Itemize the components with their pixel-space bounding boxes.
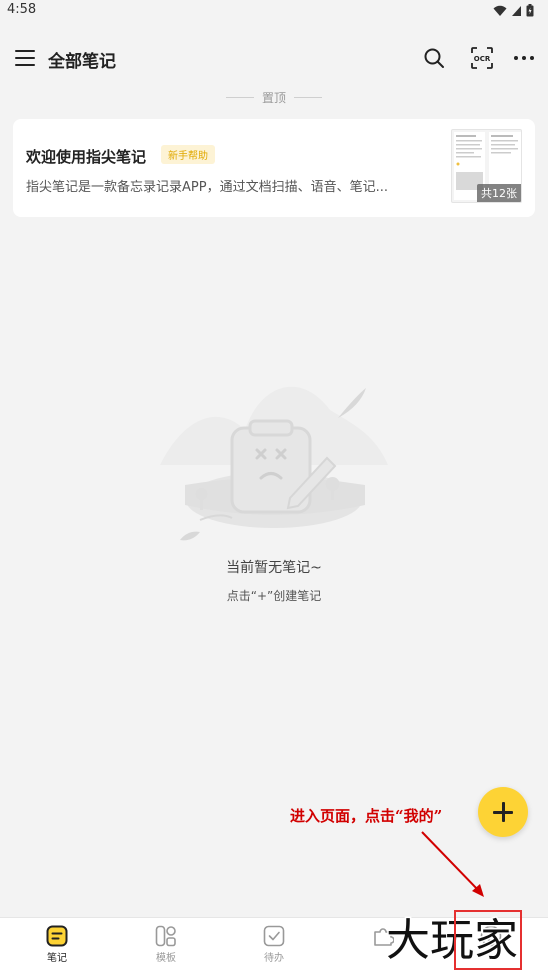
note-thumbnail[interactable]: 共12张 — [451, 129, 522, 203]
page-title: 全部笔记 — [48, 52, 116, 72]
nav-item-notes[interactable]: 笔记 — [2, 918, 112, 974]
nav-label-templates: 模板 — [156, 953, 176, 964]
empty-state-hint: 点击“+”创建笔记 — [226, 589, 322, 603]
signal-icon — [512, 5, 521, 16]
battery-icon — [526, 4, 534, 17]
app-bar: 全部笔记 OCR — [0, 38, 548, 78]
nav-item-templates[interactable]: 模板 — [111, 918, 221, 974]
empty-state-title: 当前暂无笔记~ — [226, 560, 322, 576]
note-badge: 新手帮助 — [161, 145, 215, 164]
empty-notes-illustration — [160, 386, 388, 541]
svg-text:OCR: OCR — [474, 55, 491, 63]
menu-icon[interactable] — [15, 49, 35, 67]
search-icon[interactable] — [423, 47, 445, 69]
status-bar: 4:58 — [0, 0, 548, 22]
status-icons — [493, 4, 534, 17]
template-icon — [155, 925, 176, 947]
add-note-button[interactable] — [478, 787, 528, 837]
annotation-text: 进入页面，点击“我的” — [290, 807, 443, 825]
annotation-arrow-icon — [421, 831, 484, 897]
plus-icon-vertical — [501, 802, 505, 822]
thumbnail-count-badge: 共12张 — [477, 184, 521, 202]
status-time: 4:58 — [7, 2, 37, 17]
wifi-icon — [493, 5, 507, 16]
pinned-label: 置顶 — [261, 90, 286, 105]
todo-icon — [263, 925, 285, 947]
ocr-icon[interactable]: OCR — [470, 46, 494, 70]
more-icon[interactable] — [512, 47, 536, 69]
nav-label-notes: 笔记 — [47, 953, 67, 964]
note-snippet: 指尖笔记是一款备忘录记录APP，通过文档扫描、语音、笔记... — [26, 180, 388, 195]
note-icon — [46, 925, 68, 947]
pinned-divider: 置顶 — [222, 88, 326, 106]
nav-item-todo[interactable]: 待办 — [219, 918, 329, 974]
note-card[interactable]: 欢迎使用指尖笔记 新手帮助 指尖笔记是一款备忘录记录APP，通过文档扫描、语音、… — [13, 119, 535, 217]
highlight-box — [454, 910, 522, 970]
divider-line-left — [225, 96, 254, 98]
divider-line-right — [294, 96, 322, 98]
nav-label-todo: 待办 — [264, 953, 284, 964]
note-title: 欢迎使用指尖笔记 — [26, 148, 147, 166]
